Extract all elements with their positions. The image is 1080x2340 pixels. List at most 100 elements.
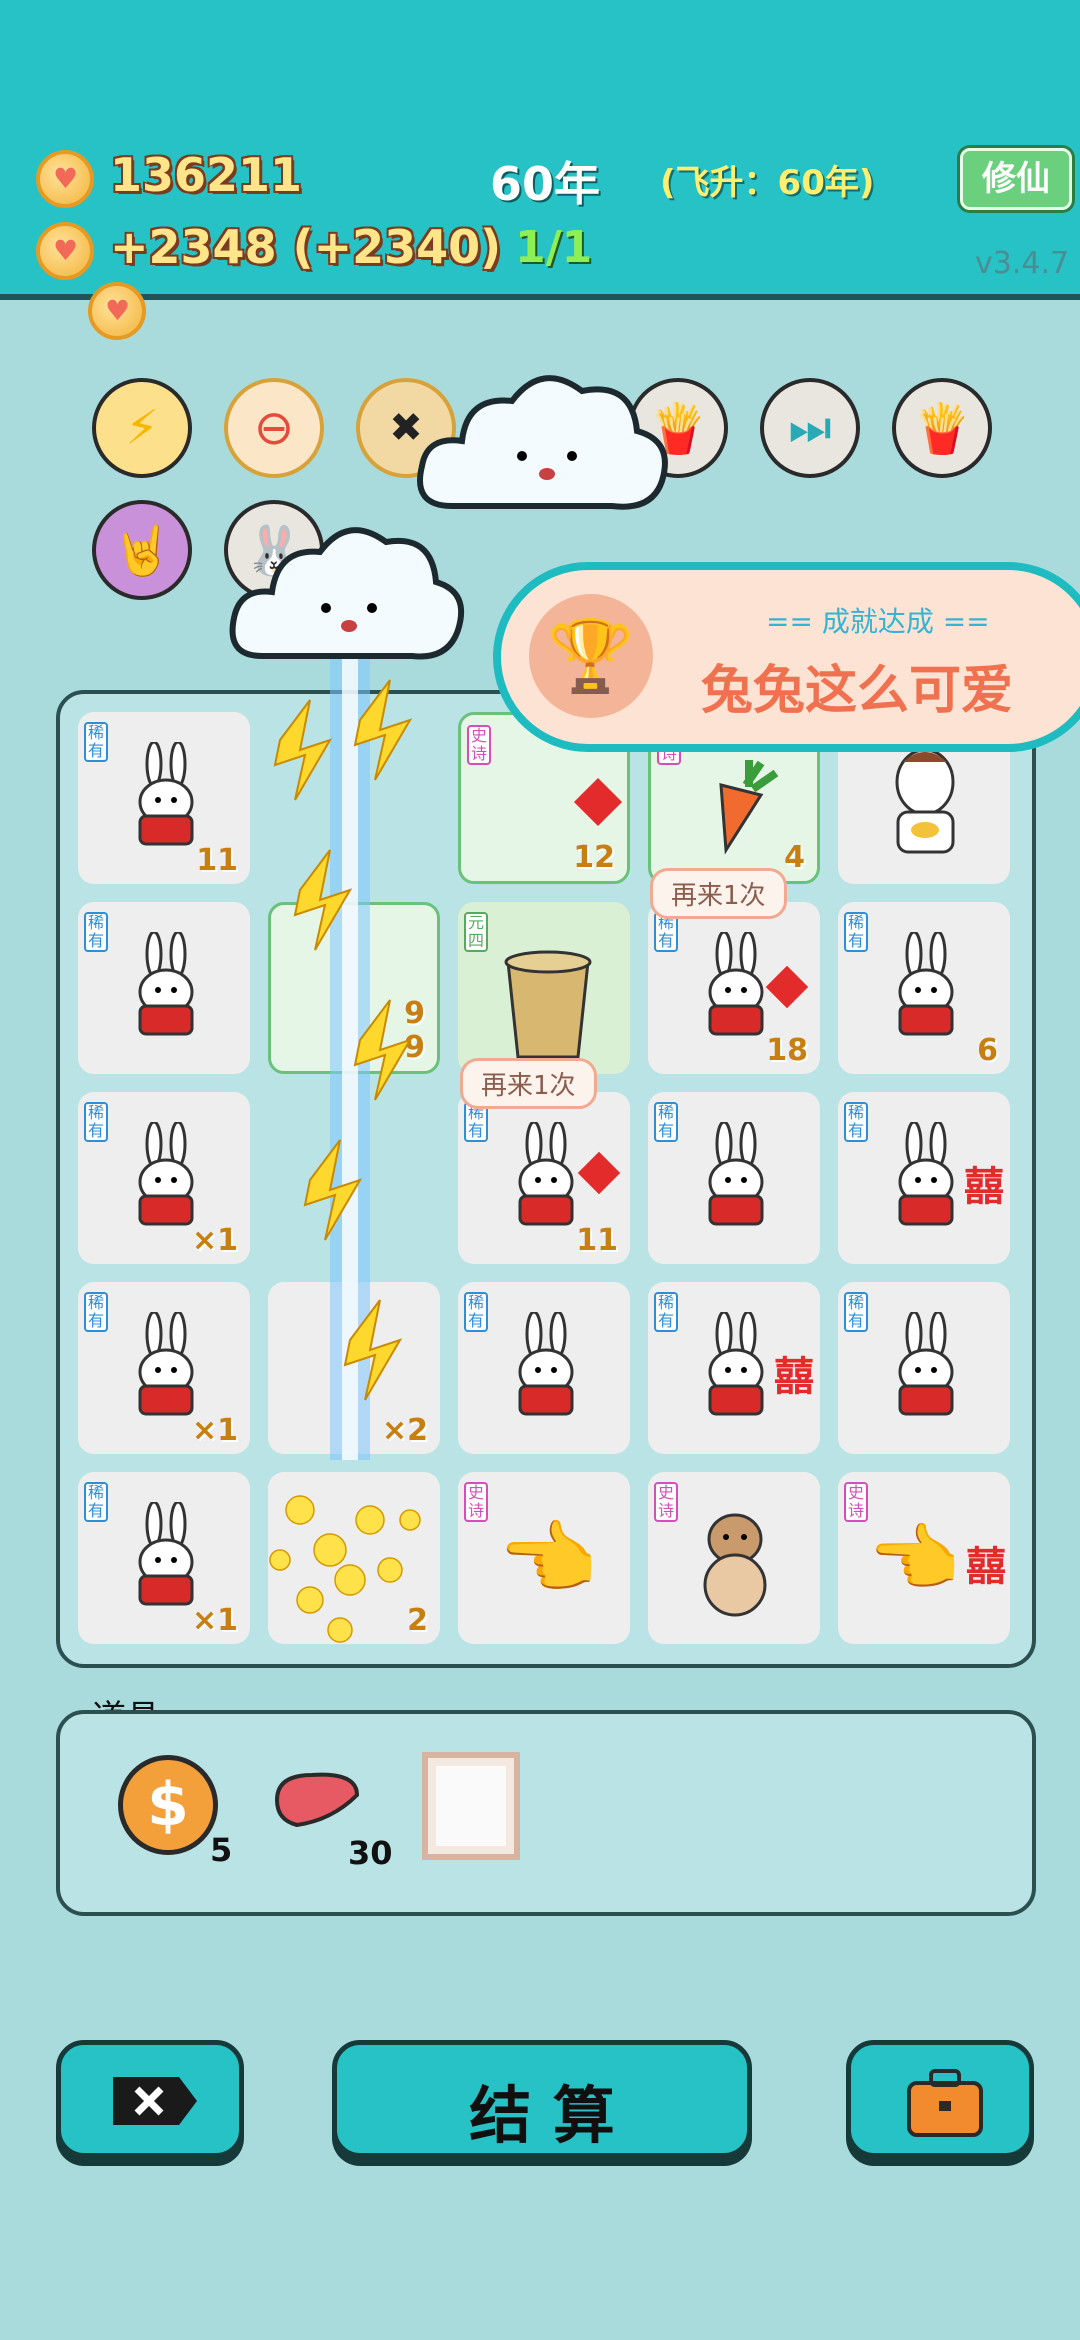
board-cell[interactable]: 稀有 6 bbox=[838, 902, 1010, 1074]
cell-count: 2 bbox=[407, 1603, 428, 1638]
board-cell[interactable]: 稀有 bbox=[78, 902, 250, 1074]
board-cell[interactable]: 稀有 囍 bbox=[838, 1092, 1010, 1264]
bunny-icon bbox=[138, 932, 194, 1036]
settle-button[interactable]: 结 算 bbox=[332, 2040, 752, 2158]
board-cell[interactable]: 元四 bbox=[458, 902, 630, 1074]
bag-button[interactable] bbox=[846, 2040, 1034, 2158]
cell-count: 11 bbox=[576, 1223, 618, 1258]
board-cell[interactable]: 史诗 bbox=[648, 1472, 820, 1644]
board-cell[interactable]: 稀有 bbox=[648, 1092, 820, 1264]
rare-tag: 稀有 bbox=[654, 1102, 678, 1142]
liver-item[interactable]: 30 bbox=[272, 1770, 393, 1872]
bubble-tea-icon bbox=[504, 950, 592, 1059]
skip-icon: ⏭ bbox=[788, 399, 832, 456]
coin-item-count: 5 bbox=[210, 1831, 233, 1869]
minus-tool-button[interactable]: ⊖ bbox=[224, 378, 324, 478]
coin-count: 136211 bbox=[110, 148, 303, 202]
bunny-icon bbox=[708, 1122, 764, 1226]
rare-tag: 稀有 bbox=[84, 1482, 108, 1522]
coin-item[interactable]: $ 5 bbox=[118, 1755, 232, 1869]
pointing-hand-icon: 👈 bbox=[498, 1512, 598, 1605]
rare-tag: 稀有 bbox=[84, 722, 108, 762]
cell-count: 11 bbox=[196, 843, 238, 878]
bunny-icon bbox=[898, 1122, 954, 1226]
fries-icon: 🍟 bbox=[912, 400, 972, 457]
rare-tag: 稀有 bbox=[84, 1292, 108, 1332]
achievement-popup: 🏆 == 成就达成 == 兔兔这么可爱 bbox=[493, 562, 1080, 752]
epic-tag: 史诗 bbox=[654, 1482, 678, 1522]
board-cell[interactable]: 稀有 囍 bbox=[648, 1282, 820, 1454]
double-happiness-icon: 囍 bbox=[966, 1544, 1006, 1590]
cell-count: 6 bbox=[977, 1033, 998, 1068]
version-label: v3.4.7 bbox=[975, 246, 1070, 281]
rare-tag: 稀有 bbox=[464, 1292, 488, 1332]
frame-item[interactable] bbox=[422, 1752, 520, 1860]
cell-count: ×2 bbox=[381, 1413, 428, 1448]
coin-icon bbox=[88, 282, 146, 340]
board-cell[interactable]: 稀有 bbox=[458, 1282, 630, 1454]
board-cell[interactable]: ×2 bbox=[268, 1282, 440, 1454]
yuan-tag: 元四 bbox=[464, 912, 488, 952]
frame-icon bbox=[436, 1766, 506, 1846]
again-bubble: 再来1次 bbox=[650, 868, 787, 919]
carrot-icon bbox=[719, 760, 779, 855]
board-cell[interactable]: 稀有 bbox=[838, 1282, 1010, 1454]
cell-count: ×1 bbox=[191, 1223, 238, 1258]
xiuxian-button[interactable]: 修仙 bbox=[960, 148, 1072, 210]
income-rate: +2348 (+2340) bbox=[110, 220, 502, 274]
ascension-info: (飞升：60年) bbox=[660, 163, 875, 203]
cloud-icon bbox=[229, 527, 465, 660]
board-cell[interactable]: 稀有 ×1 bbox=[78, 1092, 250, 1264]
board-cell[interactable]: 2 bbox=[268, 1472, 440, 1644]
cell-count: ×1 bbox=[191, 1413, 238, 1448]
horse-icon bbox=[895, 748, 955, 854]
skip-tool-button[interactable]: ⏭ bbox=[760, 378, 860, 478]
board-cell[interactable]: 稀有 ×1 bbox=[78, 1282, 250, 1454]
briefcase-icon bbox=[907, 2069, 983, 2137]
rock-hand-icon: 🤘 bbox=[112, 522, 172, 579]
cell-count: 4 bbox=[784, 840, 805, 875]
pointing-hand-icon: 👈 bbox=[868, 1516, 961, 1602]
board-cell[interactable]: 稀有 18 bbox=[648, 902, 820, 1074]
board-cell[interactable]: 史诗 👈 囍 bbox=[838, 1472, 1010, 1644]
board-cell[interactable]: 史诗 👈 bbox=[458, 1472, 630, 1644]
rare-tag: 稀有 bbox=[844, 912, 868, 952]
year-counter: 60年 bbox=[490, 157, 601, 211]
double-happiness-icon: 囍 bbox=[774, 1354, 814, 1400]
trophy-icon: 🏆 bbox=[529, 594, 653, 718]
cell-count: 9 bbox=[404, 996, 425, 1031]
epic-tag: 史诗 bbox=[464, 1482, 488, 1522]
again-bubble: 再来1次 bbox=[460, 1058, 597, 1109]
settle-label: 结 算 bbox=[469, 2079, 615, 2152]
liver-item-count: 30 bbox=[348, 1834, 393, 1872]
double-happiness-icon: 囍 bbox=[964, 1164, 1004, 1210]
bunny-icon bbox=[518, 1312, 574, 1416]
achievement-name: 兔兔这么可爱 bbox=[701, 661, 1014, 721]
epic-tag: 史诗 bbox=[467, 725, 491, 765]
bunny-icon bbox=[138, 742, 194, 846]
board-cell[interactable]: 9 9 bbox=[268, 902, 440, 1074]
rare-tag: 稀有 bbox=[844, 1292, 868, 1332]
cell-count: 12 bbox=[573, 840, 615, 875]
lightning-tool-button[interactable]: ⚡ bbox=[92, 378, 192, 478]
otter-icon bbox=[703, 1513, 767, 1617]
rare-tag: 稀有 bbox=[844, 1102, 868, 1142]
bunny-icon bbox=[898, 932, 954, 1036]
progress-ratio: 1/1 bbox=[515, 222, 593, 273]
liver-icon bbox=[274, 1772, 360, 1828]
cancel-button[interactable] bbox=[56, 2040, 244, 2158]
cell-count: 18 bbox=[766, 1033, 808, 1068]
bunny-icon bbox=[518, 1122, 574, 1226]
lightning-icon: ⚡ bbox=[125, 400, 159, 456]
fries-tool-button-2[interactable]: 🍟 bbox=[892, 378, 992, 478]
coin-icon bbox=[36, 222, 94, 280]
bunny-icon bbox=[708, 1312, 764, 1416]
board-cell[interactable]: 稀有 ×1 bbox=[78, 1472, 250, 1644]
board-cell[interactable]: 稀有 11 bbox=[78, 712, 250, 884]
board-cell[interactable]: 稀有 11 bbox=[458, 1092, 630, 1264]
rock-hand-tool-button[interactable]: 🤘 bbox=[92, 500, 192, 600]
bunny-icon bbox=[708, 932, 764, 1036]
achievement-title: == 成就达成 == bbox=[766, 605, 990, 638]
cloud-icon bbox=[417, 375, 668, 510]
lucky-badge-icon bbox=[573, 777, 623, 827]
